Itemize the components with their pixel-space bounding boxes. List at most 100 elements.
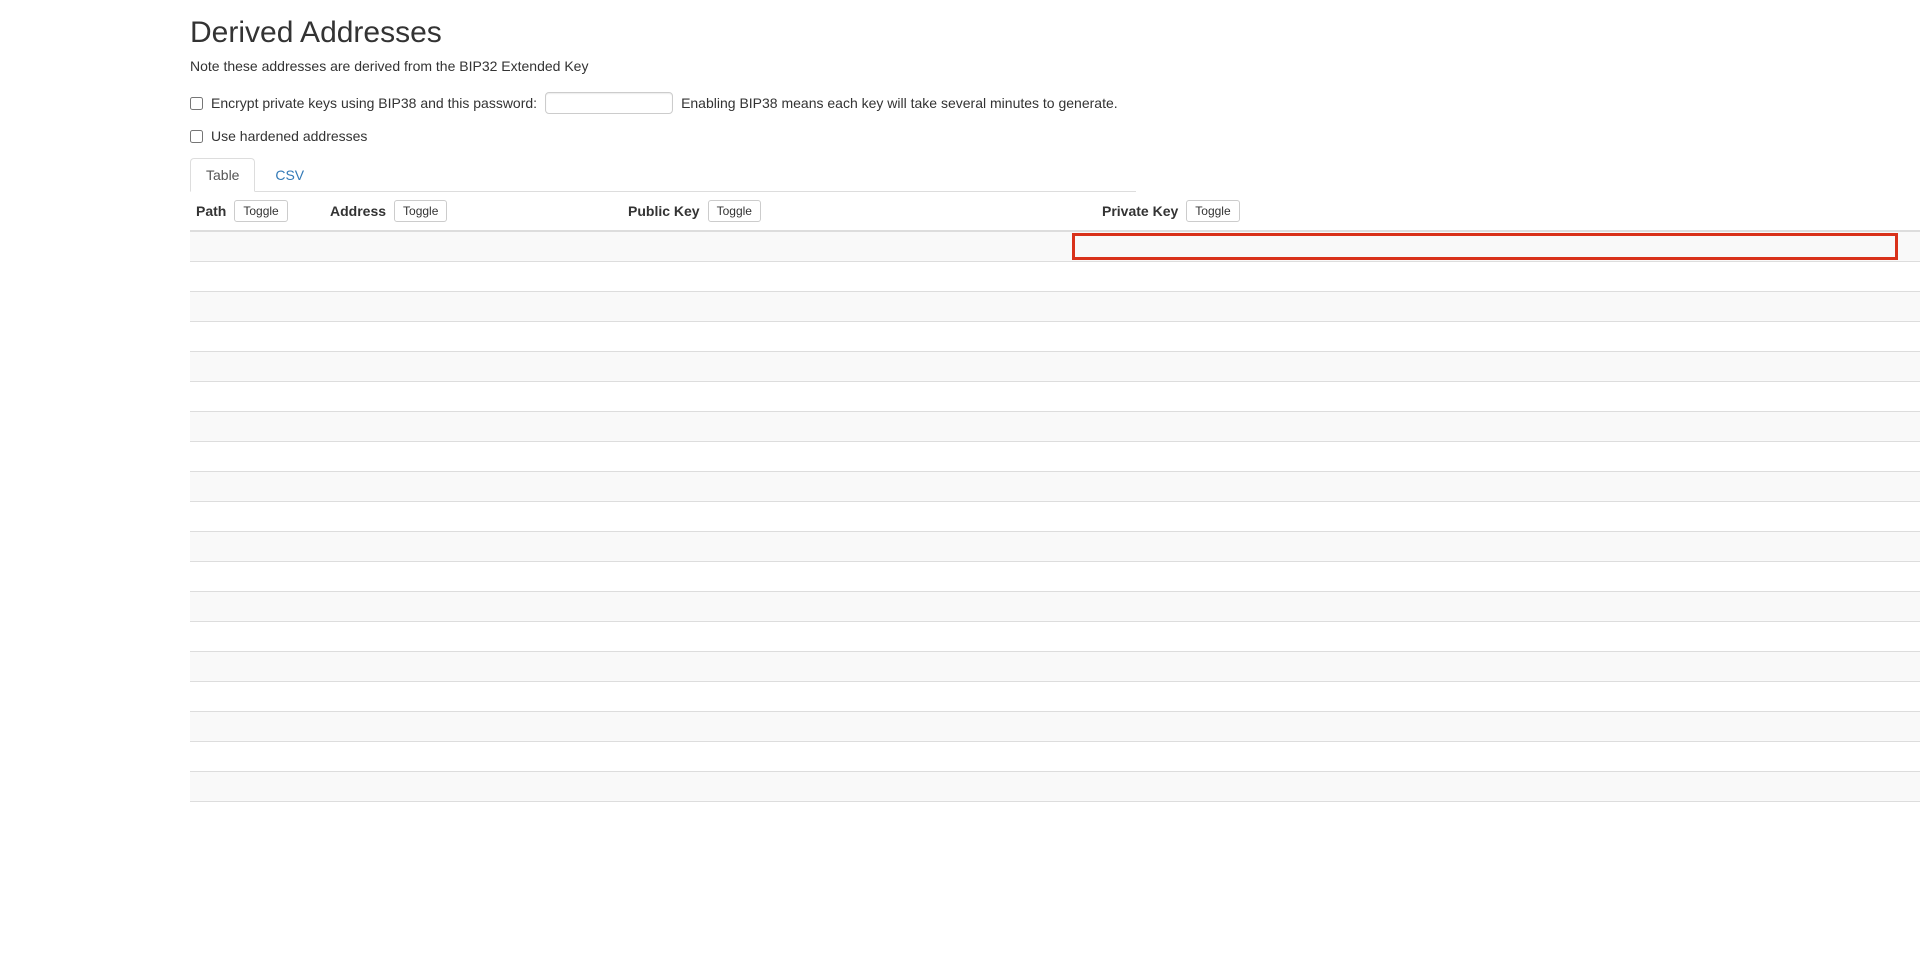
cell-address [324,261,622,291]
cell-address [324,591,622,621]
cell-pubkey [622,351,1096,381]
cell-path [190,321,324,351]
cell-address [324,561,622,591]
cell-address [324,501,622,531]
cell-path [190,711,324,741]
table-row [190,531,1920,561]
cell-path [190,741,324,771]
cell-path [190,351,324,381]
table-row [190,681,1920,711]
cell-path [190,651,324,681]
cell-path [190,381,324,411]
cell-path [190,501,324,531]
tab-csv[interactable]: CSV [259,158,320,192]
cell-pubkey [622,501,1096,531]
bip38-checkbox[interactable] [190,97,203,110]
table-row [190,771,1920,801]
table-row [190,381,1920,411]
cell-pubkey [622,381,1096,411]
cell-path [190,411,324,441]
cell-pubkey [622,531,1096,561]
table-row [190,411,1920,441]
cell-pubkey [622,411,1096,441]
cell-privkey [1096,381,1920,411]
hardened-label: Use hardened addresses [211,128,367,144]
cell-address [324,801,622,831]
table-row [190,501,1920,531]
cell-path [190,531,324,561]
th-path: Path [196,203,226,219]
cell-path [190,681,324,711]
cell-privkey [1096,411,1920,441]
toggle-address-button[interactable]: Toggle [394,200,447,222]
cell-address [324,321,622,351]
cell-pubkey [622,441,1096,471]
cell-privkey [1096,231,1920,261]
cell-pubkey [622,621,1096,651]
bip38-password-input[interactable] [545,92,673,114]
table-row [190,471,1920,501]
cell-path [190,801,324,831]
table-row [190,291,1920,321]
note-text: Note these addresses are derived from th… [190,58,1920,74]
tab-table[interactable]: Table [190,158,255,192]
table-row [190,711,1920,741]
cell-privkey [1096,561,1920,591]
cell-path [190,771,324,801]
bip38-row: Encrypt private keys using BIP38 and thi… [190,92,1920,114]
cell-address [324,651,622,681]
cell-pubkey [622,591,1096,621]
table-row [190,321,1920,351]
hardened-checkbox[interactable] [190,130,203,143]
th-address: Address [330,203,386,219]
toggle-pubkey-button[interactable]: Toggle [708,200,761,222]
cell-address [324,441,622,471]
cell-address [324,621,622,651]
table-row [190,351,1920,381]
cell-address [324,771,622,801]
th-pubkey: Public Key [628,203,700,219]
cell-pubkey [622,291,1096,321]
cell-pubkey [622,681,1096,711]
cell-privkey [1096,261,1920,291]
table-row [190,591,1920,621]
cell-path [190,591,324,621]
cell-address [324,741,622,771]
highlight-box [1072,233,1898,260]
table-row [190,441,1920,471]
cell-privkey [1096,501,1920,531]
cell-path [190,261,324,291]
table-row [190,741,1920,771]
cell-privkey [1096,621,1920,651]
cell-privkey [1096,471,1920,501]
page-title: Derived Addresses [190,16,1920,50]
cell-path [190,621,324,651]
cell-address [324,231,622,261]
cell-path [190,441,324,471]
cell-privkey [1096,321,1920,351]
cell-pubkey [622,561,1096,591]
cell-privkey [1096,741,1920,771]
cell-path [190,231,324,261]
table-row [190,561,1920,591]
cell-pubkey [622,741,1096,771]
th-privkey: Private Key [1102,203,1178,219]
cell-address [324,711,622,741]
cell-privkey [1096,591,1920,621]
cell-path [190,561,324,591]
cell-privkey [1096,441,1920,471]
cell-privkey [1096,291,1920,321]
cell-privkey [1096,351,1920,381]
toggle-path-button[interactable]: Toggle [234,200,287,222]
cell-privkey [1096,681,1920,711]
table-row [190,621,1920,651]
cell-path [190,471,324,501]
cell-path [190,291,324,321]
tabs: Table CSV [190,158,1136,192]
table-row [190,261,1920,291]
toggle-privkey-button[interactable]: Toggle [1186,200,1239,222]
cell-privkey [1096,651,1920,681]
addresses-table: Path Toggle Address Toggle Public Key [190,192,1920,831]
cell-pubkey [622,771,1096,801]
table-row [190,651,1920,681]
